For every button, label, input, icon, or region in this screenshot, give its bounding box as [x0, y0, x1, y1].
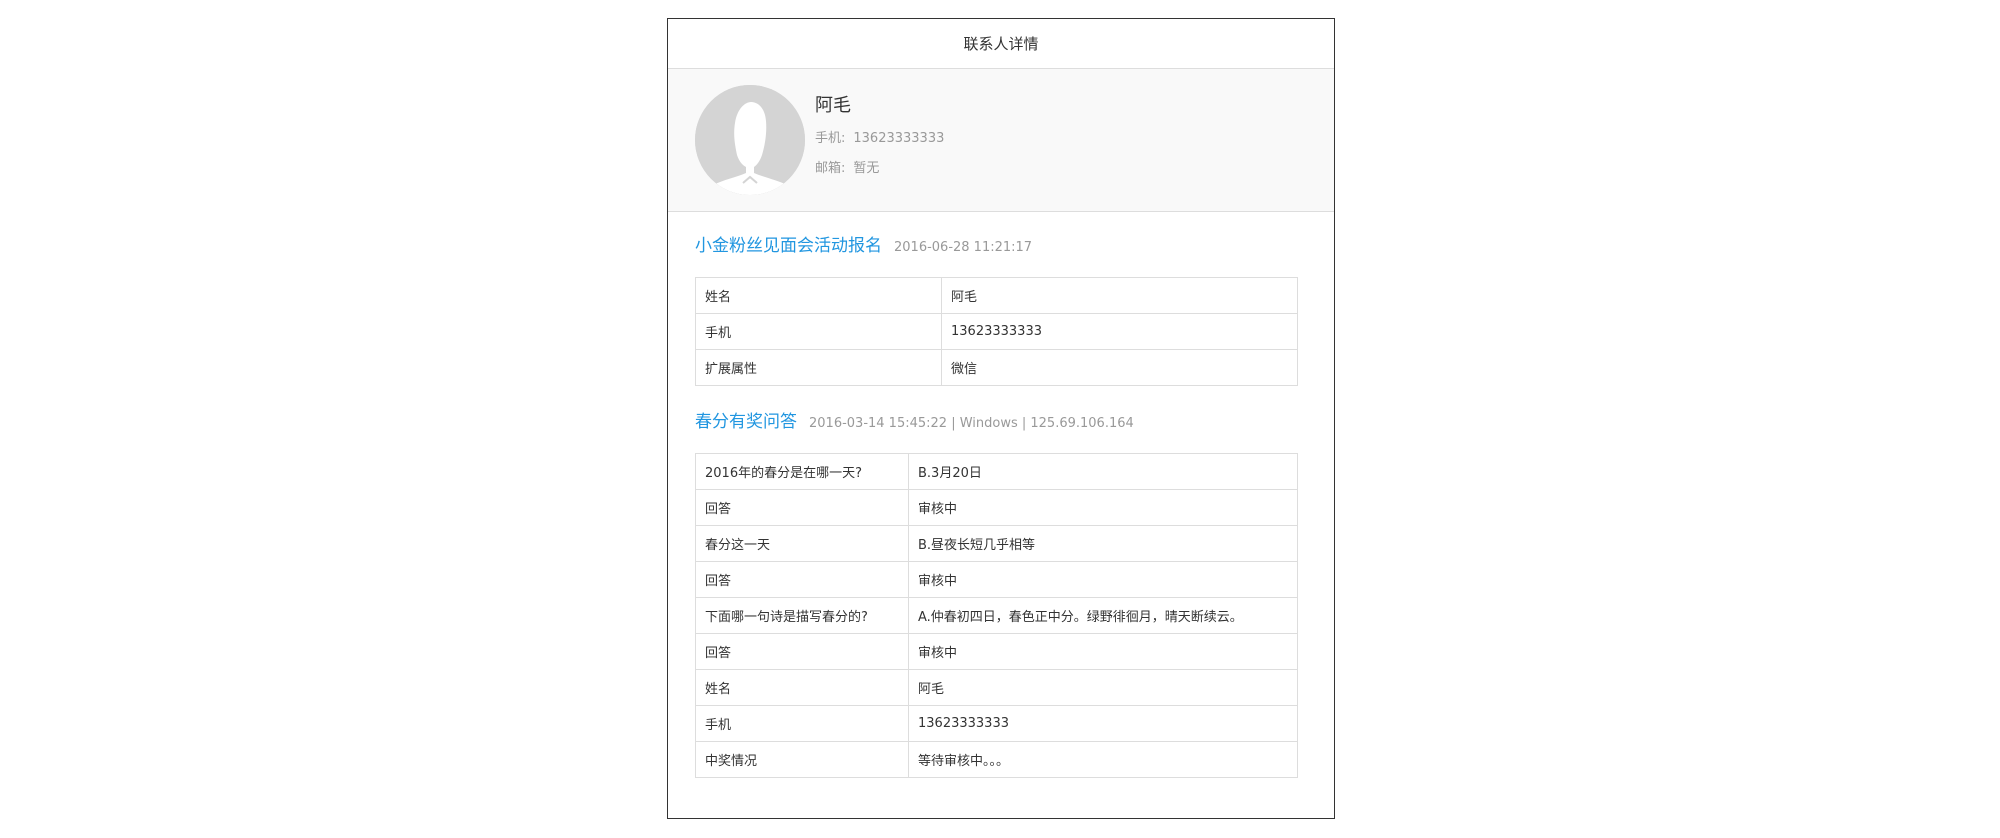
table-row: 春分这一天 B.昼夜长短几乎相等 [695, 525, 1298, 562]
field-key: 回答 [695, 489, 909, 526]
field-key: 下面哪一句诗是描写春分的? [695, 597, 909, 634]
field-value: B.昼夜长短几乎相等 [908, 525, 1298, 562]
section-meta: 2016-06-28 11:21:17 [894, 240, 1033, 255]
field-key: 回答 [695, 633, 909, 670]
section-header: 小金粉丝见面会活动报名 2016-06-28 11:21:17 [695, 231, 1298, 259]
field-key: 姓名 [695, 669, 909, 706]
phone-label: 手机: [815, 131, 846, 146]
table-row: 手机 13623333333 [695, 705, 1298, 742]
field-key: 手机 [695, 313, 942, 350]
user-silhouette-icon [695, 85, 805, 195]
phone-value: 13623333333 [853, 131, 945, 146]
field-key: 春分这一天 [695, 525, 909, 562]
activity-section-quiz: 春分有奖问答 2016-03-14 15:45:22 | Windows | 1… [695, 407, 1298, 778]
field-value: 审核中 [908, 489, 1298, 526]
field-value: A.仲春初四日，春色正中分。绿野徘徊月，晴天断续云。 [908, 597, 1298, 634]
avatar [695, 85, 805, 195]
section-meta: 2016-03-14 15:45:22 | Windows | 125.69.1… [809, 416, 1134, 431]
profile-panel: 阿毛 手机: 13623333333 邮箱: 暂无 [668, 69, 1334, 212]
form-table: 2016年的春分是在哪一天? B.3月20日 回答 审核中 春分这一天 B.昼夜… [695, 453, 1298, 778]
form-table: 姓名 阿毛 手机 13623333333 扩展属性 微信 [695, 277, 1298, 386]
table-row: 回答 审核中 [695, 561, 1298, 598]
field-key: 手机 [695, 705, 909, 742]
section-header: 春分有奖问答 2016-03-14 15:45:22 | Windows | 1… [695, 407, 1298, 435]
table-row: 手机 13623333333 [695, 313, 1298, 350]
field-key: 姓名 [695, 277, 942, 314]
page-title: 联系人详情 [963, 35, 1039, 53]
section-title[interactable]: 小金粉丝见面会活动报名 [695, 231, 882, 256]
field-value: 审核中 [908, 633, 1298, 670]
field-value: 审核中 [908, 561, 1298, 598]
page-header: 联系人详情 [668, 19, 1334, 69]
section-title[interactable]: 春分有奖问答 [695, 407, 797, 432]
field-value: B.3月20日 [908, 453, 1298, 490]
table-row: 回答 审核中 [695, 489, 1298, 526]
table-row: 姓名 阿毛 [695, 669, 1298, 706]
activity-section-signup: 小金粉丝见面会活动报名 2016-06-28 11:21:17 姓名 阿毛 手机… [695, 231, 1298, 386]
email-label: 邮箱: [815, 161, 846, 176]
email-value: 暂无 [853, 161, 880, 176]
table-row: 中奖情况 等待审核中。。。 [695, 741, 1298, 778]
field-value: 阿毛 [941, 277, 1298, 314]
table-row: 下面哪一句诗是描写春分的? A.仲春初四日，春色正中分。绿野徘徊月，晴天断续云。 [695, 597, 1298, 634]
field-value: 等待审核中。。。 [908, 741, 1298, 778]
table-row: 姓名 阿毛 [695, 277, 1298, 314]
table-row: 2016年的春分是在哪一天? B.3月20日 [695, 453, 1298, 490]
field-key: 扩展属性 [695, 349, 942, 386]
field-value: 13623333333 [941, 313, 1298, 350]
field-value: 微信 [941, 349, 1298, 386]
contact-name: 阿毛 [815, 95, 851, 116]
field-key: 2016年的春分是在哪一天? [695, 453, 909, 490]
table-row: 回答 审核中 [695, 633, 1298, 670]
email-line: 邮箱: 暂无 [815, 157, 879, 176]
field-value: 13623333333 [908, 705, 1298, 742]
contact-detail-card: 联系人详情 阿毛 手机: 13623333333 邮箱: 暂无 小金粉丝见面会活动报… [667, 18, 1335, 819]
field-key: 中奖情况 [695, 741, 909, 778]
field-key: 回答 [695, 561, 909, 598]
table-row: 扩展属性 微信 [695, 349, 1298, 386]
field-value: 阿毛 [908, 669, 1298, 706]
phone-line: 手机: 13623333333 [815, 127, 944, 146]
